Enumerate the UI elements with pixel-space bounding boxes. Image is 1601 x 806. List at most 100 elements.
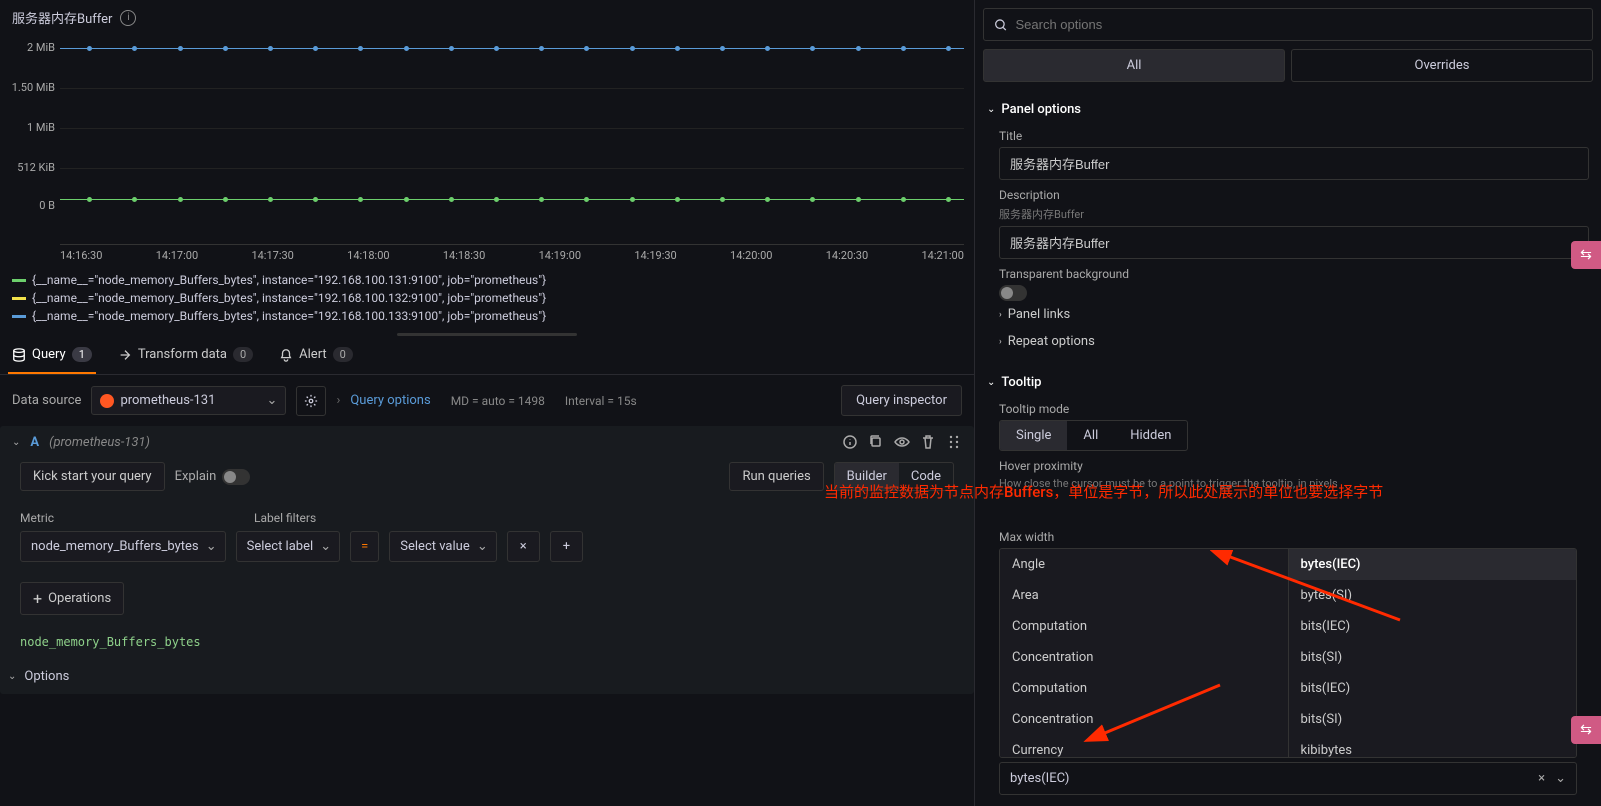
legend-item[interactable]: {__name__="node_memory_Buffers_bytes", i… [12,307,962,325]
tooltip-mode-single[interactable]: Single [1000,421,1067,450]
unit-value[interactable]: bits(SI) [1289,642,1577,673]
chevron-down-icon: ⌄ [987,104,995,115]
explain-toggle[interactable] [222,469,250,485]
chevron-down-icon[interactable]: ⌄ [1555,771,1566,786]
legend-item[interactable]: {__name__="node_memory_Buffers_bytes", i… [12,289,962,307]
add-filter-button[interactable]: + [550,531,583,562]
side-badge-icon[interactable]: ⇆ [1571,241,1601,269]
unit-category[interactable]: Computation [1000,673,1288,704]
query-expression: node_memory_Buffers_bytes [0,625,974,659]
operator-select[interactable]: = [350,531,379,562]
title-label: Title [999,129,1589,143]
x-tick: 14:19:30 [634,249,676,262]
chevron-down-icon: ⌄ [8,671,16,682]
code-tab[interactable]: Code [899,463,953,490]
tooltip-mode-label: Tooltip mode [999,402,1589,416]
x-tick: 14:17:00 [156,249,198,262]
unit-category[interactable]: Computation [1000,611,1288,642]
tab-all[interactable]: All [983,49,1285,82]
unit-category[interactable]: Angle [1000,549,1288,580]
info-icon[interactable]: i [120,10,136,26]
label-select[interactable]: Select label [236,531,341,562]
y-tick: 2 MiB [10,41,55,54]
interval-info: Interval = 15s [565,394,637,408]
x-tick: 14:18:30 [443,249,485,262]
side-badge-icon[interactable]: ⇆ [1571,716,1601,744]
eye-icon[interactable] [894,434,910,450]
hover-proximity-sublabel: How close the cursor must be to a point … [999,477,1589,490]
series-line [60,199,964,200]
unit-category[interactable]: Concentration [1000,704,1288,735]
query-options-link[interactable]: Query options [350,393,430,408]
y-tick: 512 KiB [10,161,55,174]
unit-value[interactable]: bytes(IEC) [1289,549,1577,580]
series-line [60,48,964,49]
badge: 0 [233,347,253,362]
query-source: (prometheus-131) [49,435,150,450]
kickstart-button[interactable]: Kick start your query [20,462,165,491]
info-circle-icon[interactable] [842,434,858,450]
explain-label: Explain [175,469,217,484]
label-filters-label: Label filters [254,511,316,525]
tab-alert[interactable]: Alert 0 [275,337,357,374]
x-tick: 14:16:30 [60,249,102,262]
options-toggle[interactable]: ⌄ Options [0,659,974,694]
chevron-right-icon: › [999,310,1002,320]
run-queries-button[interactable]: Run queries [729,462,823,491]
search-icon [994,18,1007,32]
description-label: Description [999,188,1589,202]
unit-category[interactable]: Area [1000,580,1288,611]
unit-value[interactable]: kibibytes [1289,735,1577,757]
title-input[interactable] [999,147,1589,180]
prometheus-icon [100,394,114,408]
md-info: MD = auto = 1498 [451,394,545,408]
tab-query[interactable]: Query 1 [8,337,96,374]
hover-proximity-label: Hover proximity [999,459,1589,473]
tab-overrides[interactable]: Overrides [1291,49,1593,82]
operations-button[interactable]: + Operations [20,582,124,615]
delete-filter-button[interactable]: × [507,531,540,562]
unit-value[interactable]: bytes(SI) [1289,580,1577,611]
query-inspector-button[interactable]: Query inspector [841,385,962,416]
tab-transform[interactable]: Transform data 0 [114,337,257,374]
drag-icon[interactable] [946,434,962,450]
selected-unit-display: bytes(IEC) × ⌄ [999,762,1577,795]
transparent-bg-label: Transparent background [999,267,1589,281]
transform-icon [118,348,132,362]
datasource-select[interactable]: prometheus-131 [91,386,286,415]
search-options-input[interactable] [983,8,1593,41]
badge: 0 [333,347,353,362]
unit-value[interactable]: bits(SI) [1289,704,1577,735]
chevron-down-icon[interactable]: ⌄ [12,437,20,448]
y-tick: 1 MiB [10,121,55,134]
legend-item[interactable]: {__name__="node_memory_Buffers_bytes", i… [12,271,962,289]
unit-value[interactable]: bits(IEC) [1289,611,1577,642]
panel-links-section[interactable]: › Panel links [987,301,1589,328]
clear-unit-button[interactable]: × [1538,771,1545,786]
chevron-right-icon: › [999,337,1002,347]
datasource-settings-button[interactable] [296,386,326,416]
chevron-down-icon: ⌄ [987,377,995,388]
repeat-options-section[interactable]: › Repeat options [987,328,1589,355]
builder-tab[interactable]: Builder [835,463,899,490]
transparent-toggle[interactable] [999,285,1027,301]
tooltip-mode-all[interactable]: All [1067,421,1114,450]
value-select[interactable]: Select value [389,531,496,562]
unit-dropdown[interactable]: Angle Area Computation Concentration Com… [999,548,1577,758]
y-tick: 0 B [10,199,55,212]
tooltip-section[interactable]: ⌄ Tooltip [987,371,1589,394]
description-input[interactable] [999,226,1589,259]
trash-icon[interactable] [920,434,936,450]
x-tick: 14:18:00 [347,249,389,262]
unit-category[interactable]: Currency [1000,735,1288,757]
legend: {__name__="node_memory_Buffers_bytes", i… [0,265,974,331]
copy-icon[interactable] [868,434,884,450]
plus-icon: + [33,589,42,608]
metric-select[interactable]: node_memory_Buffers_bytes [20,531,226,562]
unit-category[interactable]: Concentration [1000,642,1288,673]
tooltip-mode-hidden[interactable]: Hidden [1114,421,1187,450]
database-icon [12,348,26,362]
panel-options-section[interactable]: ⌄ Panel options [987,98,1589,121]
description-sublabel: 服务器内存Buffer [999,206,1589,222]
unit-value[interactable]: bits(IEC) [1289,673,1577,704]
